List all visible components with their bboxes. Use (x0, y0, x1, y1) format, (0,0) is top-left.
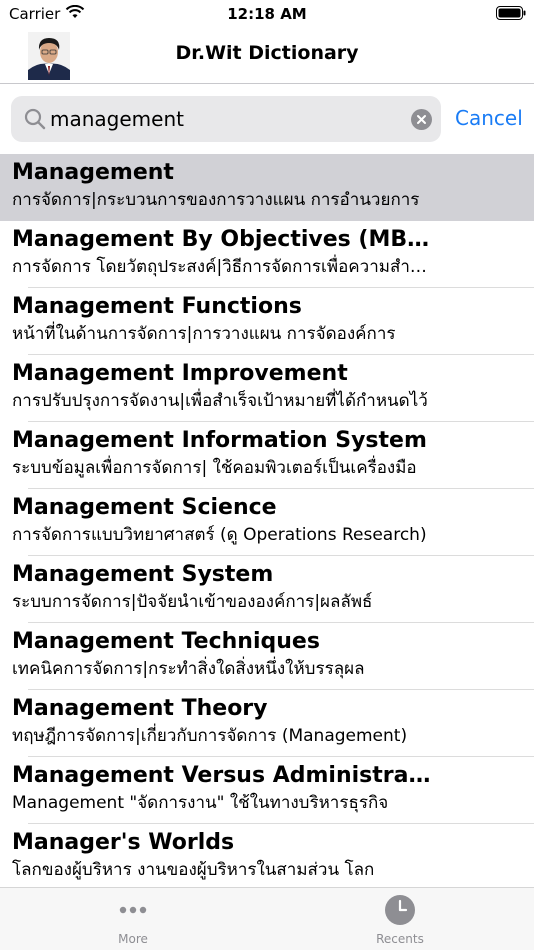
clock: 12:18 AM (227, 5, 307, 23)
page-title: Dr.Wit Dictionary (175, 42, 359, 64)
result-subtitle: หน้าที่ในด้านการจัดการ|การวางแผน การจัดอ… (12, 324, 396, 344)
result-title: Management Improvement (12, 361, 348, 386)
result-row[interactable]: Management Information System ระบบข้อมูล… (0, 422, 534, 489)
search-area: Cancel (0, 84, 534, 154)
result-subtitle: การปรับปรุงการจัดงาน|เพื่อสำเร็จเป้าหมาย… (12, 391, 428, 411)
tab-bar: More Recents (0, 887, 534, 950)
result-title: Management Information System (12, 428, 427, 453)
result-row[interactable]: Management Theory ทฤษฎีการจัดการ|เกี่ยวก… (0, 690, 534, 757)
result-title: Management Functions (12, 294, 302, 319)
result-subtitle: ระบบข้อมูลเพื่อการจัดการ| ใช้คอมพิวเตอร์… (12, 458, 417, 478)
result-title: Management Science (12, 495, 277, 520)
nav-bar: Dr.Wit Dictionary (0, 28, 534, 84)
tab-recents[interactable]: Recents (340, 888, 460, 950)
result-subtitle: โลกของผู้บริหาร งานของผู้บริหารในสามส่วน… (12, 860, 375, 880)
clear-search-icon[interactable] (411, 109, 432, 130)
result-subtitle: เทคนิคการจัดการ|กระทำสิ่งใดสิ่งหนึ่งให้บ… (12, 659, 365, 679)
result-title: Management Theory (12, 696, 268, 721)
result-row[interactable]: Management Science การจัดการแบบวิทยาศาสต… (0, 489, 534, 556)
results-list[interactable]: Management การจัดการ|กระบวนการของการวางแ… (0, 154, 534, 887)
result-subtitle: Management "จัดการงาน" ใช้ในทางบริหารธุร… (12, 793, 389, 813)
status-bar: Carrier 12:18 AM (0, 0, 534, 28)
result-title: Manager's Worlds (12, 830, 235, 855)
tab-label: Recents (376, 932, 424, 946)
result-subtitle: การจัดการแบบวิทยาศาสตร์ (ดู Operations R… (12, 525, 427, 545)
more-icon (119, 906, 147, 914)
result-row[interactable]: Manager's Worlds โลกของผู้บริหาร งานของผ… (0, 824, 534, 887)
result-subtitle: การจัดการ|กระบวนการของการวางแผน การอำนวย… (12, 190, 420, 210)
result-row[interactable]: Management Functions หน้าที่ในด้านการจัด… (0, 288, 534, 355)
battery-icon (496, 6, 526, 20)
result-title: Management Versus Administration (12, 763, 432, 788)
result-row[interactable]: Management By Objectives (MBO) การจัดการ… (0, 221, 534, 288)
tab-more[interactable]: More (73, 888, 193, 950)
tab-label: More (118, 932, 148, 946)
result-title: Management (12, 160, 174, 185)
cancel-button[interactable]: Cancel (455, 106, 523, 130)
clock-icon (385, 895, 415, 925)
result-row[interactable]: Management Improvement การปรับปรุงการจัด… (0, 355, 534, 422)
search-input[interactable] (50, 96, 390, 142)
result-row[interactable]: Management System ระบบการจัดการ|ปัจจัยนำ… (0, 556, 534, 623)
result-title: Management By Objectives (MBO) (12, 227, 432, 252)
result-row[interactable]: Management Versus Administration Managem… (0, 757, 534, 824)
result-subtitle: การจัดการ โดยวัตถุประสงค์|วิธีการจัดการเ… (12, 257, 430, 277)
result-title: Management System (12, 562, 274, 587)
result-row[interactable]: Management การจัดการ|กระบวนการของการวางแ… (0, 154, 534, 221)
result-subtitle: ทฤษฎีการจัดการ|เกี่ยวกับการจัดการ (Manag… (12, 726, 408, 746)
result-title: Management Techniques (12, 629, 320, 654)
result-subtitle: ระบบการจัดการ|ปัจจัยนำเข้าขององค์การ|ผลล… (12, 592, 373, 612)
search-icon (24, 108, 46, 130)
result-row[interactable]: Management Techniques เทคนิคการจัดการ|กร… (0, 623, 534, 690)
search-box[interactable] (11, 96, 441, 142)
